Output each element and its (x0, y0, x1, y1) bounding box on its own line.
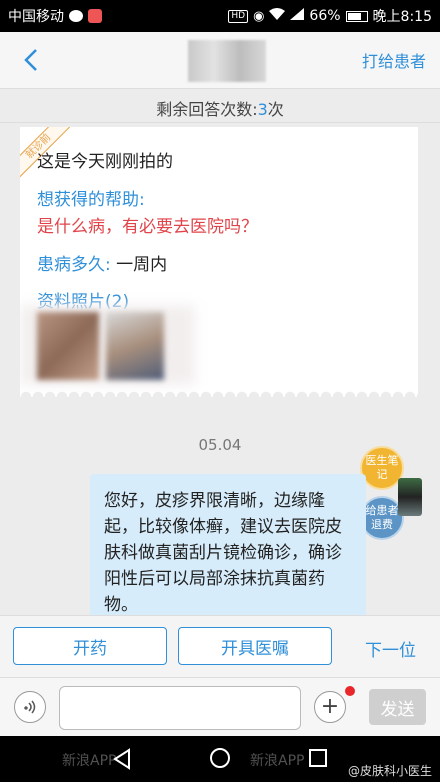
status-left: 中国移动 (8, 6, 102, 26)
watermark: 新浪APP (62, 753, 117, 769)
message-input[interactable] (59, 686, 301, 730)
eye-icon: ◉ (253, 8, 265, 24)
status-bar: 中国移动 HD ◉ 66% 晚上8:15 (0, 0, 440, 32)
nav-bar: 打给患者 (0, 32, 440, 89)
battery-icon (345, 10, 368, 22)
watermark: 新浪APP (250, 753, 305, 769)
notification-dot (345, 686, 355, 696)
voice-icon[interactable] (14, 691, 46, 723)
prescribe-button[interactable]: 开药 (13, 627, 167, 665)
clock: 晚上8:15 (372, 9, 432, 25)
help-label: 想获得的帮助: (37, 190, 145, 210)
nav-back-icon[interactable] (112, 748, 132, 770)
carrier-label: 中国移动 (8, 9, 64, 25)
remaining-answers: 剩余回答次数:3次 (0, 96, 440, 120)
doctor-message-bubble: 您好，皮疹界限清晰，边缘隆起，比较像体癣，建议去医院皮肤科做真菌刮片镜检确诊，确… (90, 474, 366, 620)
credit-watermark: @皮肤科小医生 (347, 764, 432, 778)
consult-card: 就诊前 这是今天刚刚拍的 想获得的帮助: 是什么病，有必要去医院吗？ 患病多久:… (20, 127, 418, 397)
hd-icon: HD (228, 9, 249, 23)
patient-name-blurred (188, 40, 266, 82)
duration-value: 一周内 (116, 255, 168, 275)
send-button[interactable]: 发送 (369, 689, 426, 725)
next-patient-button[interactable]: 下一位 (365, 636, 416, 661)
remaining-suffix: 次 (267, 100, 284, 119)
consult-description: 这是今天刚刚拍的 (37, 152, 173, 172)
system-nav-bar: 新浪APP 新浪APP @皮肤科小医生 (0, 736, 440, 782)
call-patient-button[interactable]: 打给患者 (362, 48, 426, 72)
divider (0, 122, 440, 123)
duration-label: 患病多久: (37, 255, 111, 275)
plus-icon[interactable]: + (314, 691, 346, 723)
remaining-prefix: 剩余回答次数: (156, 100, 258, 119)
duration-row: 患病多久: 一周内 (37, 250, 167, 275)
back-icon[interactable] (18, 44, 48, 76)
chat-bubble-icon (69, 10, 83, 22)
remaining-count: 3 (257, 100, 268, 119)
app-notification-icon (88, 9, 102, 23)
input-bar: + 发送 (0, 677, 440, 737)
status-right: HD ◉ 66% 晚上8:15 (228, 6, 432, 26)
patient-photo[interactable] (106, 312, 164, 380)
patient-photo[interactable] (37, 312, 99, 380)
medical-advice-button[interactable]: 开具医嘱 (178, 627, 332, 665)
battery-percent: 66% (309, 8, 341, 24)
wifi-icon (269, 8, 286, 24)
signal-icon (290, 8, 305, 24)
help-text: 是什么病，有必要去医院吗？ (37, 217, 258, 237)
nav-recent-icon[interactable] (309, 749, 327, 767)
nav-home-icon[interactable] (210, 748, 230, 768)
action-bar: 开药 开具医嘱 下一位 (0, 615, 440, 678)
doctor-avatar[interactable] (398, 478, 422, 516)
